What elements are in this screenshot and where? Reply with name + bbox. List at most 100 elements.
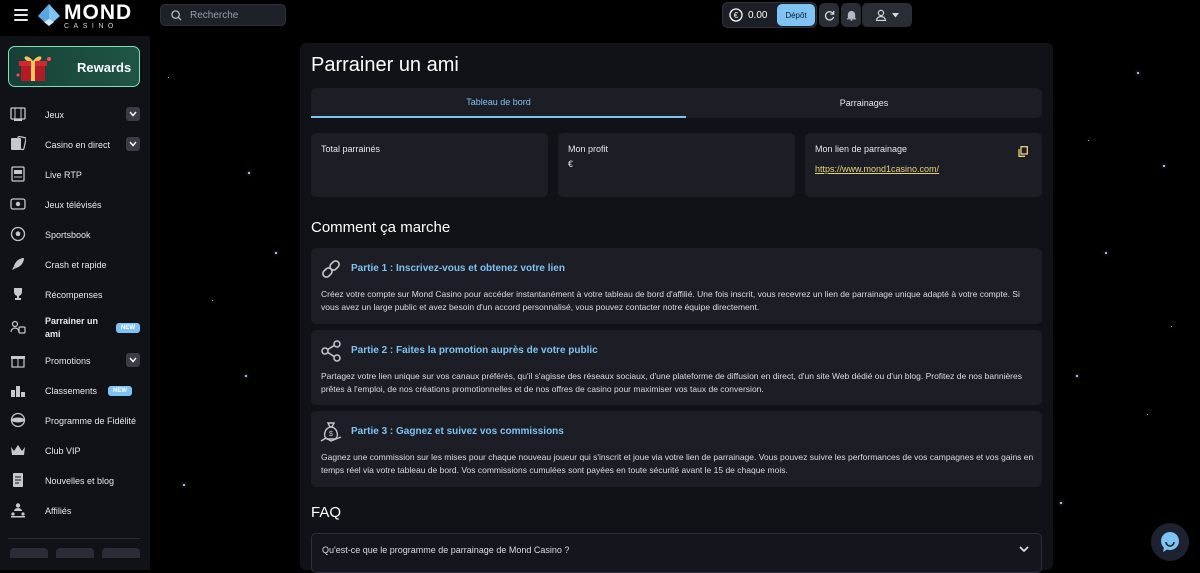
sidebar-item-label: Jeux télévisés: [45, 200, 102, 210]
sidebar-bottom-buttons: [10, 548, 140, 558]
rewards-banner[interactable]: Rewards: [8, 46, 140, 87]
sidebar-item-sportsbook[interactable]: Sportsbook: [0, 220, 150, 250]
sidebar-item-label: Programme de Fidélité: [45, 416, 137, 426]
sidebar-item-label: Live RTP: [45, 170, 82, 180]
crown-icon: [11, 445, 25, 455]
step-text: Partagez votre lien unique sur vos canau…: [321, 371, 1022, 394]
sidebar-nav: Jeux Casino en direct Live RTP Jeux télé…: [0, 100, 150, 526]
share-icon: [321, 340, 341, 362]
tab-tableau-de-bord[interactable]: Tableau de bord: [311, 88, 686, 118]
chat-support-button[interactable]: [1151, 523, 1189, 561]
total-referrals-card: Total parrainés: [311, 133, 548, 197]
menu-icon[interactable]: [14, 9, 28, 21]
loyalty-icon: [10, 412, 26, 428]
search-box[interactable]: [160, 4, 286, 26]
faq-title: FAQ: [311, 504, 342, 521]
user-menu-button[interactable]: [862, 3, 912, 27]
sidebar-divider: [8, 538, 140, 539]
step-card-1: Partie 1 : Inscrivez-vous et obtenez vot…: [311, 248, 1042, 324]
step-text: Créez votre compte sur Mond Casino pour …: [321, 289, 1020, 312]
euro-icon: €: [729, 8, 743, 22]
search-input[interactable]: [188, 8, 282, 22]
deposit-button[interactable]: Dépôt: [777, 4, 815, 26]
sidebar-item-label: Jeux: [45, 110, 65, 120]
tab-bar: Tableau de bord Parrainages: [311, 88, 1042, 118]
step-text: Gagnez une commission sur les mises pour…: [321, 452, 1034, 475]
logo-name: MOND: [64, 1, 133, 24]
faq-item[interactable]: Qu'est-ce que le programme de parrainage…: [311, 533, 1042, 573]
sidebar-item-programme-de-fidelite[interactable]: Programme de Fidélité: [0, 406, 150, 436]
step-title: Partie 3 : Gagnez et suivez vos commissi…: [351, 426, 564, 437]
logo-subtitle: CASINO: [64, 23, 118, 30]
page-title: Parrainer un ami: [311, 54, 459, 76]
step-title: Partie 2 : Faites la promotion auprès de…: [351, 345, 598, 356]
user-icon: [875, 9, 887, 21]
refresh-button[interactable]: [819, 3, 839, 27]
sidebar-bottom-button[interactable]: [10, 548, 48, 558]
sidebar-item-classements[interactable]: Classements NEW: [0, 376, 150, 406]
sidebar-item-affilies[interactable]: Affiliés: [0, 496, 150, 526]
sidebar-item-label: Club VIP: [45, 446, 81, 456]
top-bar: MOND CASINO € 0.00 Dépôt: [0, 0, 1200, 30]
step-card-3: $ Partie 3 : Gagnez et suivez vos commis…: [311, 411, 1042, 487]
card-value: €: [568, 159, 574, 169]
sidebar-item-parrainer-un-ami[interactable]: Parrainer un ami NEW: [0, 310, 150, 346]
referral-link-card: Mon lien de parrainage https://www.mond1…: [805, 133, 1042, 197]
card-title: Mon profit: [568, 144, 609, 154]
chevron-down-icon[interactable]: [126, 353, 140, 367]
svg-text:€: €: [734, 11, 739, 20]
diamond-logo-icon: [38, 4, 60, 26]
rtp-icon: [11, 166, 25, 182]
rewards-label: Rewards: [77, 60, 132, 75]
gift-icon: [11, 356, 25, 368]
faq-question: Qu'est-ce que le programme de parrainage…: [322, 545, 570, 555]
sidebar-item-jeux-televises[interactable]: Jeux télévisés: [0, 190, 150, 220]
link-icon: [322, 260, 340, 278]
search-icon: [171, 9, 182, 21]
affiliates-icon: [11, 503, 25, 518]
copy-icon[interactable]: [1018, 146, 1028, 157]
sidebar-bottom-button[interactable]: [102, 548, 140, 558]
gift-box-icon: [16, 56, 51, 81]
sidebar-item-label: Crash et rapide: [45, 260, 107, 270]
sidebar-item-label: Affiliés: [45, 506, 72, 516]
sidebar-item-label: Classements: [45, 386, 98, 396]
sidebar-item-label: Parrainer un ami: [45, 316, 99, 339]
step-title: Partie 1 : Inscrivez-vous et obtenez vot…: [351, 263, 565, 274]
sidebar-item-label: Nouvelles et blog: [45, 476, 115, 486]
profit-card: Mon profit €: [558, 133, 795, 197]
sidebar-item-club-vip[interactable]: Club VIP: [0, 436, 150, 466]
trophy-icon: [14, 288, 22, 300]
logo[interactable]: MOND CASINO: [36, 2, 132, 30]
sidebar-item-live-rtp[interactable]: Live RTP: [0, 160, 150, 190]
main-panel: Parrainer un ami Tableau de bord Parrain…: [300, 43, 1053, 573]
sidebar-item-crash-et-rapide[interactable]: Crash et rapide: [0, 250, 150, 280]
new-badge: NEW: [108, 386, 132, 396]
svg-text:$: $: [329, 431, 333, 438]
sidebar-item-jeux[interactable]: Jeux: [0, 100, 150, 130]
sidebar-item-recompenses[interactable]: Récompenses: [0, 280, 150, 310]
sidebar-item-nouvelles-et-blog[interactable]: Nouvelles et blog: [0, 466, 150, 496]
football-icon: [10, 226, 26, 242]
chevron-down-icon: [1019, 546, 1029, 553]
stats-cards: Total parrainés Mon profit € Mon lien de…: [311, 133, 1042, 197]
sidebar-item-label: Récompenses: [45, 290, 103, 300]
chevron-down-icon[interactable]: [126, 107, 140, 121]
sidebar-bottom-button[interactable]: [56, 548, 94, 558]
games-icon: [10, 107, 26, 121]
sidebar-item-promotions[interactable]: Promotions: [0, 346, 150, 376]
refresh-icon: [824, 10, 834, 21]
sidebar-item-label: Promotions: [45, 356, 91, 366]
referral-link[interactable]: https://www.mond1casino.com/: [815, 163, 945, 176]
tv-icon: [10, 198, 26, 210]
tab-parrainages[interactable]: Parrainages: [686, 88, 1042, 118]
bell-icon: [846, 10, 856, 21]
balance-value: 0.00: [748, 9, 768, 21]
notifications-button[interactable]: [841, 3, 861, 27]
rocket-icon: [12, 258, 24, 270]
leaderboard-icon: [11, 386, 25, 397]
money-icon: $: [320, 422, 342, 442]
chevron-down-icon[interactable]: [126, 137, 140, 151]
sidebar-item-label: Casino en direct: [45, 140, 111, 150]
sidebar-item-casino-en-direct[interactable]: Casino en direct: [0, 130, 150, 160]
